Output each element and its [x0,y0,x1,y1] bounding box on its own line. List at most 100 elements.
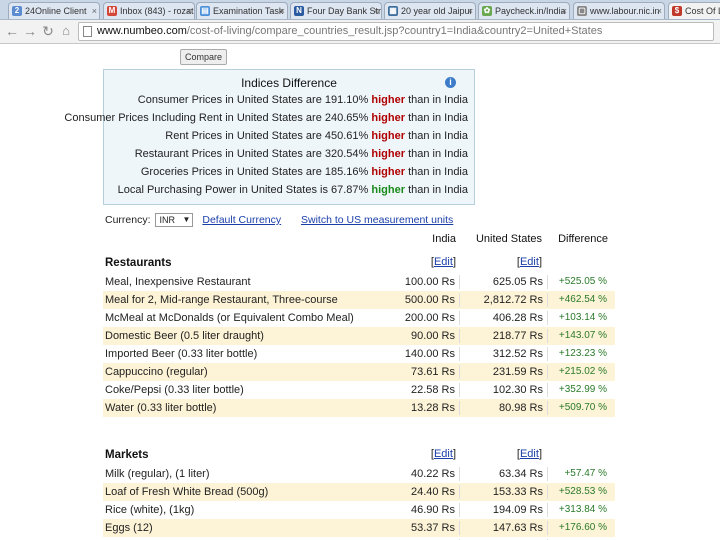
currency-label: Currency: [105,213,151,226]
column-divider [547,293,548,307]
currency-row: Currency: INR ▼ Default Currency Switch t… [105,213,453,227]
india-price: 22.58 Rs [410,384,455,396]
indices-row-suffix: than in India [408,94,468,106]
default-currency-link[interactable]: Default Currency [202,214,281,226]
table-row: Cappuccino (regular) 73.61 Rs 231.59 Rs +21… [103,363,615,381]
price-difference: +528.53 % [558,486,607,497]
column-divider [459,383,460,397]
news-icon: N [294,6,304,16]
indices-row-suffix: than in India [408,148,468,160]
browser-tab[interactable]: ✿ Paycheck.in/India × [478,2,570,19]
edit-link-india[interactable]: [Edit] [431,448,456,460]
column-divider [547,347,548,361]
us-price: 406.28 Rs [492,312,543,324]
switch-units-link[interactable]: Switch to US measurement units [301,214,453,226]
numbeo-icon: $ [672,6,682,16]
close-icon[interactable]: × [374,3,379,19]
close-icon[interactable]: × [468,3,473,19]
item-name: Domestic Beer (0.5 liter draught) [105,330,264,342]
back-arrow-icon[interactable]: ← [4,23,20,39]
indices-row-text: Restaurant Prices in United States are 3… [134,148,369,160]
table-row: Water (0.33 liter bottle) 13.28 Rs 80.98 R… [103,399,615,417]
edit-link-us[interactable]: [Edit] [517,256,542,268]
edit-link-text[interactable]: Edit [520,448,539,460]
indices-difference-panel: Indices Difference i Consumer Prices in … [64,69,475,205]
us-price: 2,812.72 Rs [483,294,543,306]
price-difference: +313.84 % [558,504,607,515]
home-icon[interactable]: ⌂ [58,23,74,39]
item-name: Rice (white), (1kg) [105,504,195,516]
info-icon[interactable]: i [445,77,456,88]
column-divider [547,485,548,499]
price-difference: +525.05 % [558,276,607,287]
address-bar[interactable]: www.numbeo.com/cost-of-living/compare_co… [78,22,714,41]
us-price: 312.52 Rs [492,348,543,360]
browser-tab[interactable]: M Inbox (843) - rozat × [103,2,195,19]
close-icon[interactable]: × [562,3,567,19]
reload-icon[interactable]: ↻ [40,23,56,39]
india-price: 200.00 Rs [404,312,455,324]
item-name: Eggs (12) [105,522,153,534]
us-price: 102.30 Rs [492,384,543,396]
currency-select[interactable]: INR ▼ [155,213,194,227]
edit-link-text[interactable]: Edit [434,448,453,460]
indices-row-highlight: higher [371,166,405,178]
us-price: 153.33 Rs [492,486,543,498]
indices-row: Consumer Prices Including Rent in United… [64,112,468,124]
photo-icon: ▦ [388,6,398,16]
table-row: Imported Beer (0.33 liter bottle) 140.00 … [103,345,615,363]
item-name: Water (0.33 liter bottle) [105,402,217,414]
browser-tab[interactable]: N Four Day Bank Str × [290,2,382,19]
column-divider [547,275,548,289]
edit-link-us[interactable]: [Edit] [517,448,542,460]
item-name: Meal, Inexpensive Restaurant [105,276,251,288]
page-icon: ▢ [577,6,587,16]
edit-link-india[interactable]: [Edit] [431,256,456,268]
column-divider [459,521,460,535]
close-icon[interactable]: × [92,3,97,19]
column-divider [547,383,548,397]
indices-row: Consumer Prices in United States are 191… [138,94,468,106]
table-row: Rice (white), (1kg) 46.90 Rs 194.09 Rs +313… [103,501,615,519]
edit-link-text[interactable]: Edit [520,256,539,268]
item-name: Imported Beer (0.33 liter bottle) [105,348,258,360]
document-icon: ▤ [200,6,210,16]
tab-title: Examination Task [213,6,284,16]
tab-title: Cost Of Li [685,6,720,16]
column-divider [459,347,460,361]
column-divider [459,329,460,343]
close-icon[interactable]: × [187,3,192,19]
currency-value: INR [159,215,175,225]
table-row: Domestic Beer (0.5 liter draught) 90.00 R… [103,327,615,345]
column-divider [547,365,548,379]
browser-tab[interactable]: ▦ 20 year old Jaipur × [384,2,476,19]
column-divider [459,365,460,379]
item-name: McMeal at McDonalds (or Equivalent Combo… [105,312,354,324]
close-icon[interactable]: × [657,3,662,19]
column-divider [547,467,548,481]
tab-title: Four Day Bank Str [307,6,382,16]
india-price: 100.00 Rs [404,276,455,288]
browser-tab[interactable]: $Cost Of Li [668,2,720,19]
indices-row-text: Groceries Prices in United States are 18… [140,166,369,178]
indices-row-suffix: than in India [408,184,468,196]
compare-button[interactable]: Compare [180,49,228,65]
us-price: 63.34 Rs [498,468,543,480]
close-icon[interactable]: × [280,3,285,19]
indices-row: Local Purchasing Power in United States … [118,184,468,196]
us-price: 147.63 Rs [492,522,543,534]
browser-tab[interactable]: ▢ www.labour.nic.in × [573,2,665,19]
column-divider [459,401,460,415]
indices-row-text: Local Purchasing Power in United States … [117,184,369,196]
browser-tab[interactable]: 2 24Online Client × [8,2,100,19]
indices-row-highlight: higher [371,184,405,196]
edit-link-text[interactable]: Edit [434,256,453,268]
india-price: 500.00 Rs [404,294,455,306]
browser-tab[interactable]: ▤ Examination Task × [196,2,288,19]
url-path: /cost-of-living/compare_countries_result… [186,25,603,37]
page-icon [83,26,92,37]
us-price: 194.09 Rs [492,504,543,516]
browser-toolbar: ← → ↻ ⌂ www.numbeo.com/cost-of-living/co… [0,20,720,44]
forward-arrow-icon[interactable]: → [22,23,38,39]
column-divider [547,521,548,535]
